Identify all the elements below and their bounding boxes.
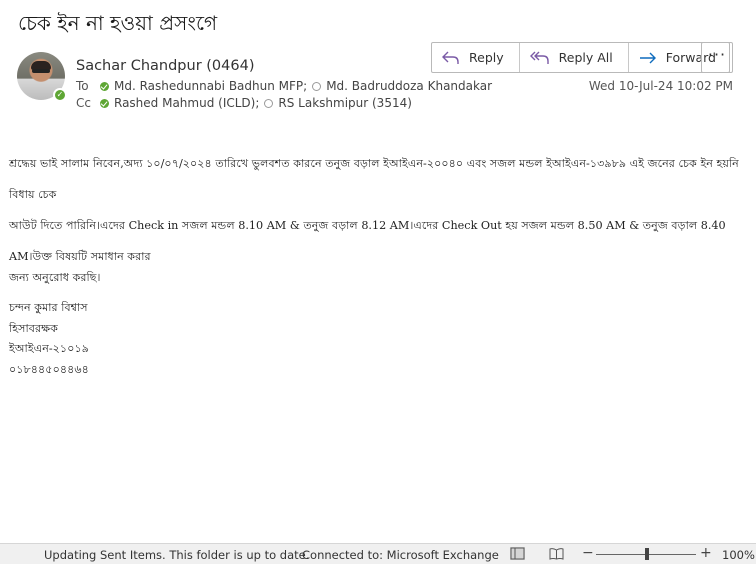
zoom-in-button[interactable]: + bbox=[700, 545, 712, 561]
message-body: শ্রদ্ধেয় ভাই সালাম নিবেন,অদ্য ১০/০৭/২০২… bbox=[9, 148, 739, 284]
cc-recipients: Rashed Mahmud (ICLD); RS Lakshmipur (351… bbox=[100, 96, 412, 110]
recipient-cc-1[interactable]: Rashed Mahmud (ICLD); bbox=[100, 96, 264, 110]
action-bar: Reply Reply All Forward bbox=[431, 42, 730, 73]
recipient-to-1[interactable]: Md. Rashedunnabi Badhun MFP; bbox=[100, 79, 312, 93]
recipient-name: Md. Badruddoza Khandakar bbox=[326, 79, 493, 93]
signature-ein: ইআইএন-২১০১৯ bbox=[9, 342, 89, 355]
reply-label: Reply bbox=[469, 50, 504, 65]
more-icon: ··· bbox=[707, 44, 727, 64]
zoom-slider-thumb[interactable] bbox=[645, 548, 649, 560]
signature-name: চন্দন কুমার বিশ্বাস bbox=[9, 301, 88, 314]
recipient-name: Rashed Mahmud (ICLD); bbox=[114, 96, 260, 110]
reply-all-button[interactable]: Reply All bbox=[520, 43, 629, 72]
body-paragraph: জন্য অনুরোধ করছি। bbox=[9, 271, 101, 284]
reply-icon bbox=[442, 51, 459, 64]
recipient-name: RS Lakshmipur (3514) bbox=[278, 96, 412, 110]
zoom-out-button[interactable]: − bbox=[582, 545, 594, 561]
signature-title: হিসাবরক্ষক bbox=[9, 321, 58, 335]
presence-available-icon bbox=[100, 81, 109, 91]
forward-icon bbox=[639, 52, 656, 63]
body-paragraph: শ্রদ্ধেয় ভাই সালাম নিবেন,অদ্য ১০/০৭/২০২… bbox=[9, 157, 739, 201]
presence-offline-icon bbox=[264, 98, 274, 108]
presence-offline-icon bbox=[312, 81, 322, 91]
recipient-cc-2[interactable]: RS Lakshmipur (3514) bbox=[264, 96, 412, 110]
presence-available-icon: ✓ bbox=[53, 88, 67, 102]
avatar-glasses bbox=[32, 69, 50, 73]
body-paragraph: আউট দিতে পারিনি।এদের Check in সজল মন্ডল … bbox=[9, 219, 726, 263]
more-actions-button[interactable]: ··· bbox=[701, 42, 733, 73]
presence-available-icon bbox=[100, 98, 109, 108]
sync-status: Updating Sent Items. This folder is up t… bbox=[44, 548, 310, 562]
reply-button[interactable]: Reply bbox=[432, 43, 520, 72]
zoom-level[interactable]: 100% bbox=[722, 548, 755, 562]
reply-all-icon bbox=[529, 51, 549, 64]
signature-block: চন্দন কুমার বিশ্বাস হিসাবরক্ষক ইআইএন-২১০… bbox=[9, 298, 89, 380]
recipient-name: Md. Rashedunnabi Badhun MFP; bbox=[114, 79, 308, 93]
reply-all-label: Reply All bbox=[558, 50, 613, 65]
reading-view-icon[interactable] bbox=[549, 547, 564, 560]
status-bar: Updating Sent Items. This folder is up t… bbox=[0, 543, 756, 564]
sender-name[interactable]: Sachar Chandpur (0464) bbox=[76, 58, 254, 74]
email-subject: চেক ইন না হওয়া প্রসংগে bbox=[18, 11, 218, 35]
cc-label: Cc bbox=[76, 96, 91, 110]
sent-date: Wed 10-Jul-24 10:02 PM bbox=[588, 79, 733, 93]
to-label: To bbox=[76, 79, 89, 93]
normal-view-icon[interactable] bbox=[510, 547, 525, 560]
connection-status: Connected to: Microsoft Exchange bbox=[302, 548, 499, 562]
to-recipients: Md. Rashedunnabi Badhun MFP; Md. Badrudd… bbox=[100, 79, 492, 93]
recipient-to-2[interactable]: Md. Badruddoza Khandakar bbox=[312, 79, 492, 93]
signature-phone: ০১৮৪৪৫০৪৪৬৪ bbox=[9, 362, 89, 376]
